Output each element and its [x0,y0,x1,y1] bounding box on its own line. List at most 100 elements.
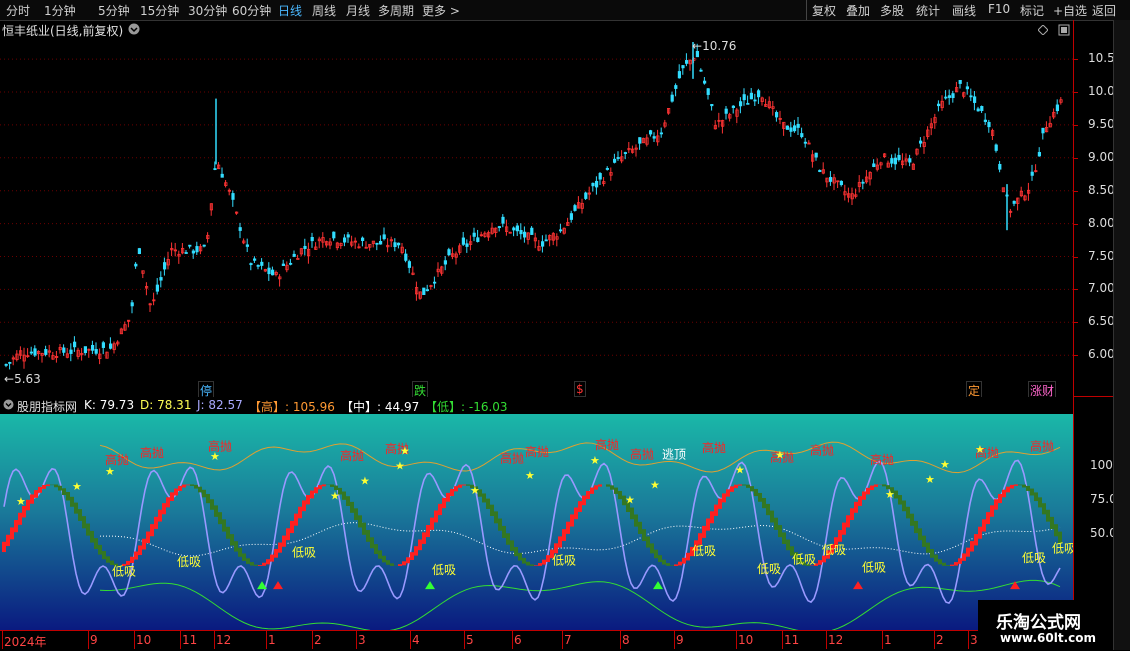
circle-chevron-down-icon[interactable] [3,399,14,410]
window-square-icon[interactable] [1058,24,1070,36]
candle-body [342,237,347,243]
candle-body [109,343,113,349]
candle-body [649,130,653,135]
candle-body [393,242,397,248]
indicator-header: 股朋指标网 K: 79.73 D: 78.31 J: 82.57 【高】: 10… [0,397,1073,415]
candle-body [83,346,87,354]
time-axis-tick [562,631,563,649]
period-tab-15min[interactable]: 15分钟 [140,2,179,19]
period-tab-multi[interactable]: 多周期 [378,2,414,19]
time-axis-tick [968,631,969,649]
time-axis-tick [620,631,621,649]
candle-body [407,261,412,268]
time-axis-tick [464,631,465,649]
time-axis: 2024年 9 10 11 12 1 2 3 4 5 6 7 8 9 10 11 12 1 2 3 [0,630,1113,651]
time-axis-label: 3 [358,633,366,647]
candle-body [33,348,37,356]
star-icon: ★ [775,449,785,462]
candle-body [94,349,98,354]
candle-body [1041,127,1045,134]
indicator-axis: 100.0 75.00 50.00 [1073,396,1124,631]
period-tab-60min[interactable]: 60分钟 [232,2,271,19]
candle-body [613,158,617,163]
time-axis-label: 3 [970,633,978,647]
candle-body [969,95,973,98]
f10-button[interactable]: F10 [988,2,1010,16]
candle-body [191,250,195,254]
mark-button[interactable]: 标记 [1020,2,1044,19]
add-watchlist-button[interactable]: +自选 [1053,2,1087,19]
candle-body [757,90,761,98]
candle-body [231,193,235,200]
star-icon: ★ [72,480,82,493]
candle-body [4,363,8,366]
diamond-icon[interactable] [1038,25,1048,35]
time-axis-label: 7 [564,633,572,647]
candle-body [465,243,469,247]
period-tab-5min[interactable]: 5分钟 [98,2,130,19]
high-price-value: 10.76 [702,39,737,53]
candle-body [69,349,73,354]
buy-signal-label: 低吸 [757,562,781,576]
fuquan-button[interactable]: 复权 [812,2,836,19]
price-tick-mark [1073,355,1078,357]
top-toolbar: 分时 1分钟 5分钟 15分钟 30分钟 60分钟 日线 周线 月线 多周期 更… [0,0,1130,21]
sell-signal-label: 高抛 [810,442,834,457]
candle-body [994,144,998,151]
candle-body [476,237,480,242]
star-icon: ★ [470,484,480,497]
price-tick-label: 8.50 [1088,182,1115,197]
candle-body [573,205,577,211]
candle-body [497,226,502,228]
price-tick-label: 7.00 [1088,281,1115,296]
candle-body [195,246,199,253]
indicator-chart[interactable]: 低吸低吸低吸低吸低吸低吸低吸低吸低吸低吸低吸低吸高抛 高抛 高抛高抛 高抛高抛 高抛 高抛… [0,414,1073,630]
price-tick-label: 9.50 [1088,116,1115,131]
circle-chevron-down-icon[interactable] [128,23,140,35]
period-tab-fenshi[interactable]: 分时 [6,2,30,19]
buy-signal-label: 低吸 [862,560,886,574]
period-tab-daily[interactable]: 日线 [278,2,302,19]
sell-signal-label: 高抛 [525,444,549,459]
time-axis-tick [736,631,737,649]
candle-body [659,132,664,135]
draw-line-button[interactable]: 画线 [952,2,976,19]
candle-body [569,213,574,220]
statistics-button[interactable]: 统计 [916,2,940,19]
period-tab-weekly[interactable]: 周线 [312,2,336,19]
buy-signal-label: 低吸 [1022,551,1046,565]
time-axis-label: 2024年 [4,635,47,649]
candle-body [976,108,980,112]
time-axis-label: 10 [738,633,754,647]
time-axis-tick [134,631,135,649]
event-marker-dividend[interactable]: $ [574,381,586,397]
sell-signal-label: 高抛 [500,451,524,466]
period-tab-30min[interactable]: 30分钟 [188,2,227,19]
time-axis-tick [826,631,827,649]
back-button[interactable]: 返回 [1092,2,1116,19]
candle-body [512,227,516,231]
candlestick-chart[interactable] [0,38,1073,396]
period-tab-more[interactable]: 更多 > [422,2,460,19]
candle-body [951,93,955,99]
star-icon: ★ [16,495,26,508]
indicator-name[interactable]: 股朋指标网 [17,398,77,415]
time-axis-label: 9 [676,633,684,647]
candle-body [288,262,293,265]
period-tab-1min[interactable]: 1分钟 [44,2,76,19]
candle-body [980,106,984,111]
candle-body [818,169,822,173]
candle-body [947,95,952,98]
buy-signal-label: 低吸 [432,563,456,577]
stock-title[interactable]: 恒丰纸业(日线,前复权) [2,22,123,39]
period-tab-monthly[interactable]: 月线 [346,2,370,19]
multi-stock-button[interactable]: 多股 [880,2,904,19]
candle-body [998,163,1002,170]
candle-body [396,242,401,246]
time-axis-label: 4 [412,633,420,647]
time-axis-tick [782,631,783,649]
candle-body [443,260,448,265]
candle-body [472,232,476,237]
overlay-button[interactable]: 叠加 [846,2,870,19]
candle-body [281,263,286,266]
